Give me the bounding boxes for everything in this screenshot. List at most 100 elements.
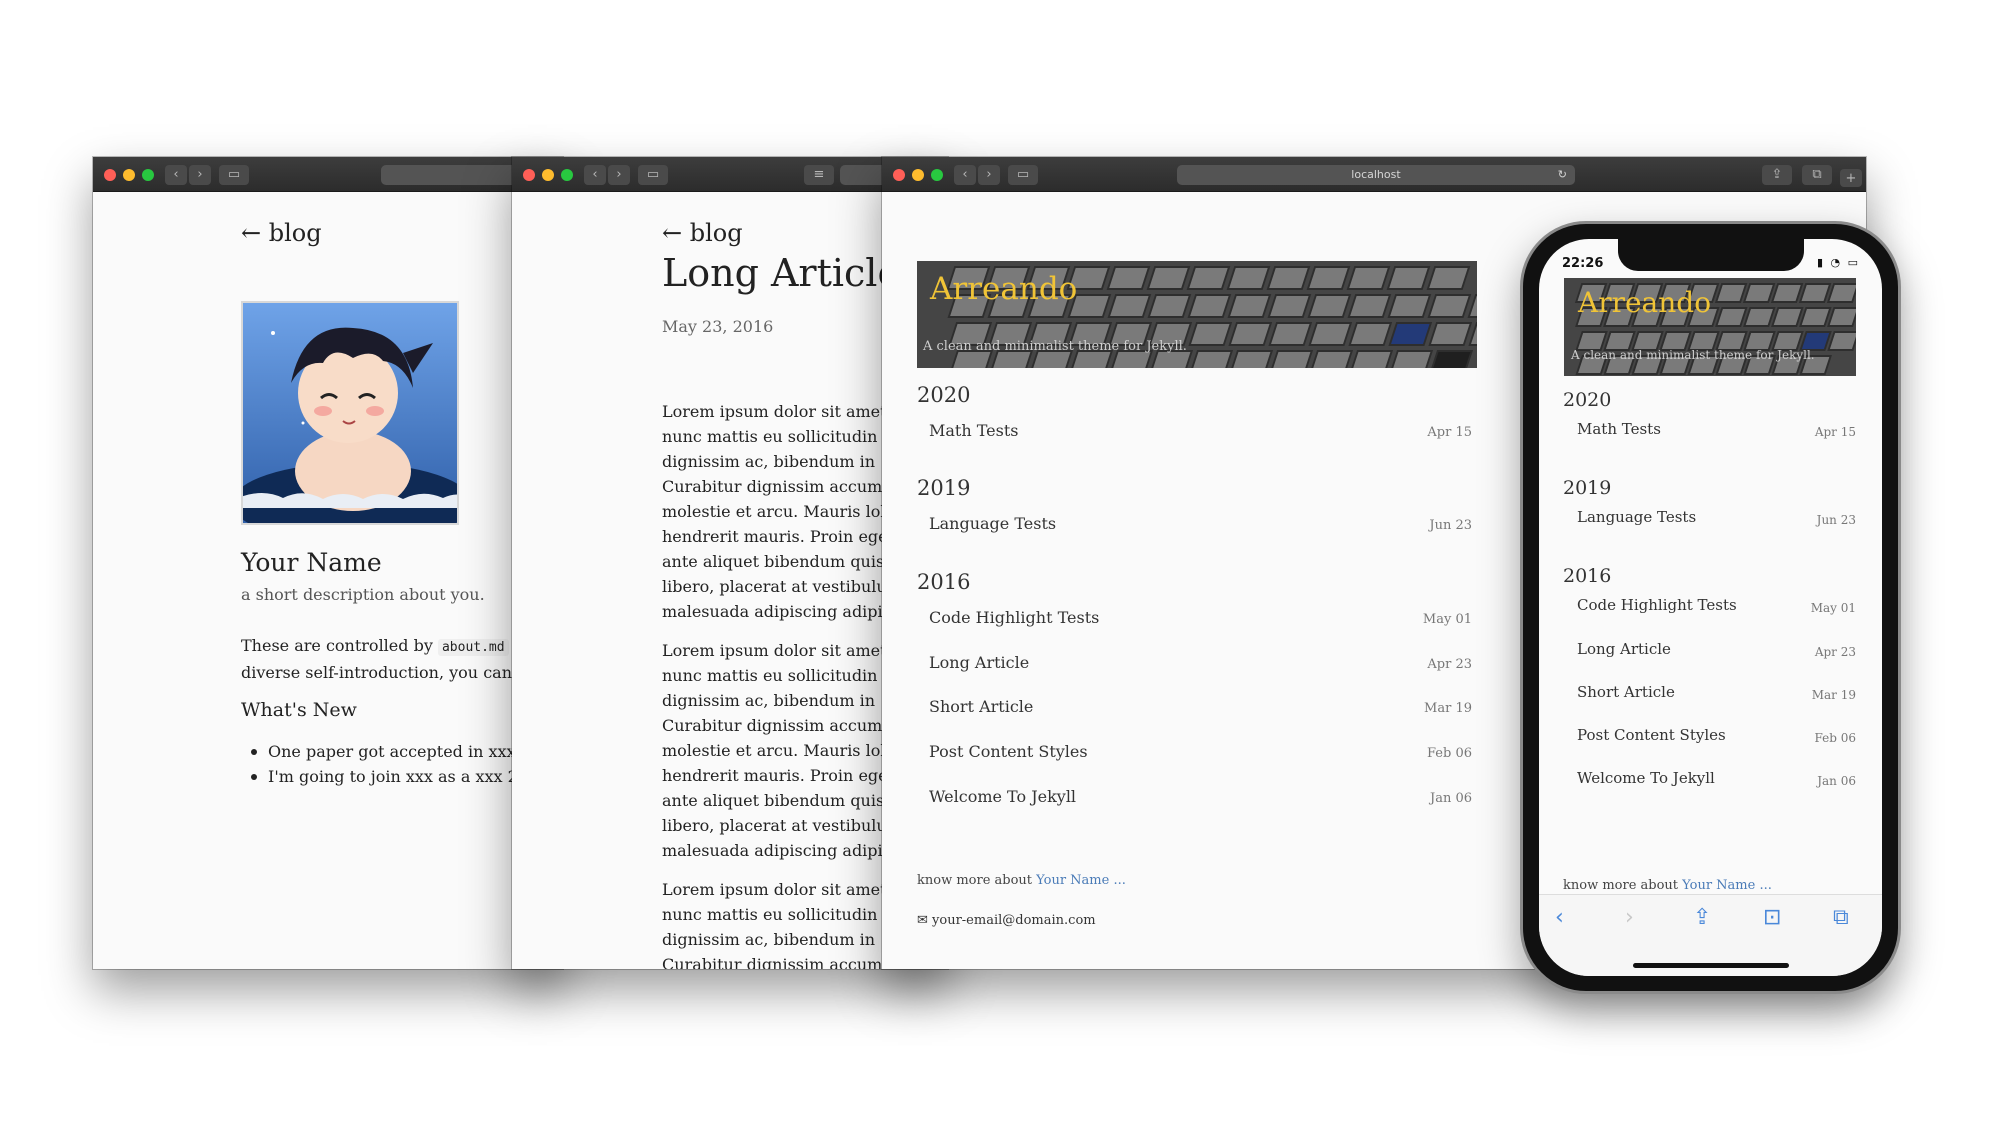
minimize-window-button[interactable] [912,169,924,181]
about-md-code: about.md [437,639,509,656]
address-bar[interactable]: localhost ↻ [1177,165,1575,185]
paragraph-line: libero, placerat at vestibulu [662,577,887,596]
reload-icon[interactable]: ↻ [1558,165,1567,185]
back-nav-icon[interactable]: ‹ [165,165,187,185]
paragraph-line: nunc mattis eu sollicitudin [662,905,878,924]
paragraph-line: libero, placerat at vestibulu [662,816,887,835]
sidebar-toggle-icon[interactable]: ▭ [1008,165,1038,185]
post-date: May 01 [1810,601,1856,615]
home-indicator [1632,963,1789,968]
paragraph-line: nunc mattis eu sollicitudin [662,666,878,685]
paragraph-line: Curabitur dignissim accum [662,716,883,735]
post-date: May 01 [1422,612,1472,627]
forward-nav-icon[interactable]: › [608,165,630,185]
back-nav-icon[interactable]: ‹ [584,165,606,185]
footer-about-text: know more about [917,873,1037,888]
paragraph-line: Lorem ipsum dolor sit amet [662,402,887,421]
zoom-window-button[interactable] [561,169,573,181]
paragraph-line: hendrerit mauris. Proin ege [662,527,888,546]
post-link[interactable]: Math Tests [1577,420,1661,438]
post-link[interactable]: Short Article [1577,683,1675,701]
article-date: May 23, 2016 [662,317,774,336]
post-date: Apr 15 [1814,425,1856,439]
post-link[interactable]: Long Article [929,653,1029,672]
new-tab-icon[interactable]: + [1840,169,1862,187]
phone-screen: 22:26 ▮ ◔ ▭ Arreando A clean and minimal… [1539,239,1882,976]
close-window-button[interactable] [104,169,116,181]
intro-text-part1: These are controlled by [241,636,438,655]
post-link[interactable]: Code Highlight Tests [1577,596,1737,614]
share-icon[interactable]: ⇪ [1762,165,1792,185]
paragraph-line: Lorem ipsum dolor sit amet [662,880,887,899]
back-to-blog-link[interactable]: ← blog [241,219,322,247]
close-window-button[interactable] [523,169,535,181]
email-text: your-email@domain.com [932,913,1096,928]
tabs-icon[interactable]: ⧉ [1833,905,1849,930]
reader-mode-icon[interactable]: ≡ [804,165,834,185]
share-icon[interactable]: ⇪ [1693,905,1711,930]
phone-time: 22:26 [1562,256,1604,271]
whats-new-heading: What's New [241,699,357,721]
forward-icon[interactable]: › [1625,905,1634,930]
post-link[interactable]: Long Article [1577,640,1671,658]
back-icon[interactable]: ‹ [1555,905,1564,930]
post-link[interactable]: Short Article [929,697,1033,716]
iphone-mockup: 22:26 ▮ ◔ ▭ Arreando A clean and minimal… [1520,221,1901,994]
news-item: I'm going to join xxx as a xxx 20 [241,764,531,789]
avatar [241,301,459,525]
about-link[interactable]: Your Name ... [1036,873,1126,888]
news-item: One paper got accepted in xxx 2 [241,739,531,764]
site-header-banner[interactable]: Arreando A clean and minimalist theme fo… [917,261,1477,368]
browser-window-about: ‹ › ▭ ← blog Your Name a short descripti… [93,157,563,969]
zoom-window-button[interactable] [142,169,154,181]
footer-about: know more about Your Name ... [917,873,1126,888]
bookmarks-icon[interactable]: ⊡ [1763,905,1781,930]
back-to-blog-link[interactable]: ← blog [662,219,743,247]
back-nav-icon[interactable]: ‹ [954,165,976,185]
close-window-button[interactable] [893,169,905,181]
phone-notch [1617,239,1804,271]
minimize-window-button[interactable] [542,169,554,181]
paragraph-line: molestie et arcu. Mauris lob [662,502,891,521]
post-link[interactable]: Math Tests [929,421,1019,440]
post-date: Mar 19 [1424,701,1472,716]
about-link[interactable]: Your Name ... [1682,878,1772,893]
paragraph-line: nunc mattis eu sollicitudin [662,427,878,446]
status-icons: ▮ ◔ ▭ [1816,256,1860,269]
post-date: Mar 19 [1811,688,1856,702]
year-heading: 2020 [1563,389,1612,411]
post-link[interactable]: Welcome To Jekyll [1577,769,1715,787]
url-text: localhost [1351,168,1401,181]
paragraph-line: ante aliquet bibendum quis [662,552,885,571]
paragraph-line: Lorem ipsum dolor sit amet [662,641,887,660]
profile-description: a short description about you. [241,585,485,604]
forward-nav-icon[interactable]: › [189,165,211,185]
post-link[interactable]: Language Tests [1577,508,1696,526]
footer-about: know more about Your Name ... [1563,878,1772,893]
profile-name: Your Name [241,548,382,577]
post-link[interactable]: Language Tests [929,514,1056,533]
footer-about-text: know more about [1563,878,1683,893]
avatar-illustration [243,303,457,523]
site-header-banner[interactable]: Arreando A clean and minimalist theme fo… [1564,278,1856,376]
paragraph-line: ante aliquet bibendum quis [662,791,885,810]
page-content: ← blog Your Name a short description abo… [93,193,563,969]
sidebar-toggle-icon[interactable]: ▭ [219,165,249,185]
post-link[interactable]: Code Highlight Tests [929,608,1099,627]
paragraph-line: molestie et arcu. Mauris lob [662,741,891,760]
post-date: Jun 23 [1816,513,1856,527]
zoom-window-button[interactable] [931,169,943,181]
minimize-window-button[interactable] [123,169,135,181]
post-link[interactable]: Post Content Styles [1577,726,1726,744]
forward-nav-icon[interactable]: › [978,165,1000,185]
sidebar-toggle-icon[interactable]: ▭ [638,165,668,185]
post-link[interactable]: Post Content Styles [929,742,1088,761]
post-date: Feb 06 [1427,746,1472,761]
year-heading: 2016 [1563,565,1612,587]
post-date: Feb 06 [1814,731,1856,745]
tabs-icon[interactable]: ⧉ [1802,165,1832,185]
article-paragraph: Lorem ipsum dolor sit amet nunc mattis e… [662,399,891,624]
site-subtitle: A clean and minimalist theme for Jekyll. [1571,348,1815,362]
footer-email[interactable]: ✉ your-email@domain.com [917,913,1096,928]
post-link[interactable]: Welcome To Jekyll [929,787,1076,806]
